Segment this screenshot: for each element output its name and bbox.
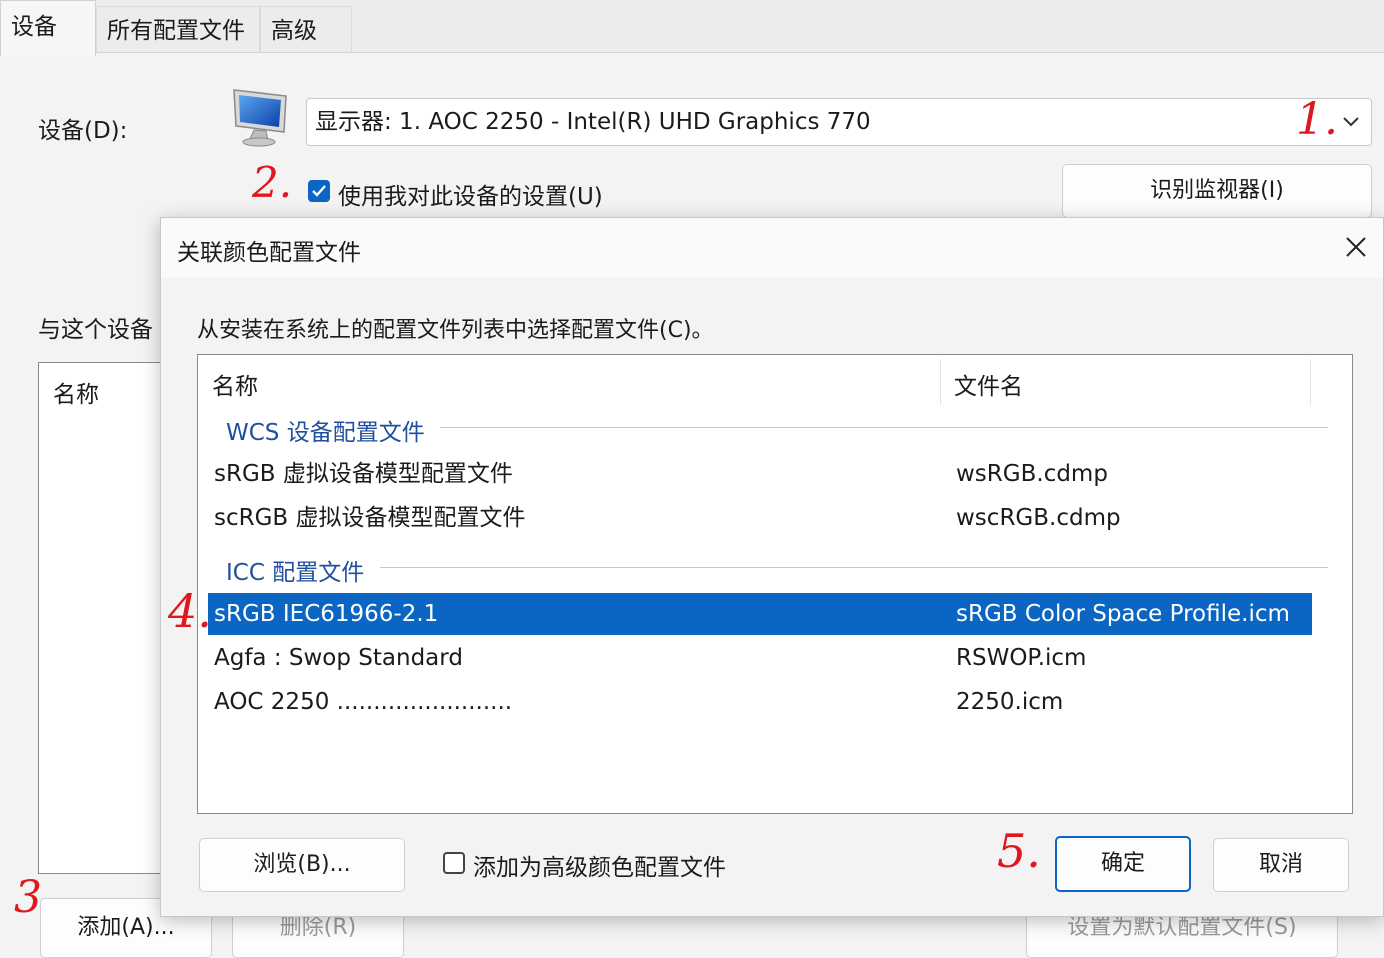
annotation-4: 4. (168, 584, 212, 638)
associated-profiles-label: 与这个设备 (38, 317, 153, 343)
close-icon[interactable] (1343, 234, 1369, 260)
use-settings-checkbox[interactable] (308, 180, 330, 202)
group-divider (440, 427, 1328, 428)
device-dropdown-value: 显示器: 1. AOC 2250 - Intel(R) UHD Graphics… (315, 109, 871, 135)
group-divider (380, 567, 1328, 568)
item-name: scRGB 虚拟设备模型配置文件 (214, 505, 526, 531)
tab-all-profiles[interactable]: 所有配置文件 (96, 6, 260, 52)
item-file: 2250.icm (956, 689, 1064, 715)
list-item[interactable]: AOC 2250 ........................ 2250.i… (208, 681, 1312, 723)
tab-device[interactable]: 设备 (0, 0, 96, 56)
item-name: Agfa : Swop Standard (214, 645, 463, 671)
check-icon (312, 185, 326, 197)
chevron-down-icon (1343, 117, 1359, 127)
list-item[interactable]: scRGB 虚拟设备模型配置文件 wscRGB.cdmp (208, 497, 1312, 539)
column-divider (1310, 359, 1311, 405)
advanced-profile-checkbox[interactable] (443, 852, 465, 874)
list-item[interactable]: sRGB 虚拟设备模型配置文件 wsRGB.cdmp (208, 453, 1312, 495)
device-dropdown[interactable]: 显示器: 1. AOC 2250 - Intel(R) UHD Graphics… (306, 98, 1372, 146)
monitor-icon (233, 89, 287, 147)
annotation-1: 1. (1296, 94, 1338, 145)
ok-button[interactable]: 确定 (1055, 836, 1191, 892)
column-divider (940, 359, 941, 405)
item-file: sRGB Color Space Profile.icm (956, 601, 1290, 627)
dialog-instruction: 从安装在系统上的配置文件列表中选择配置文件(C)。 (197, 318, 714, 343)
list-item-selected[interactable]: sRGB IEC61966-2.1 sRGB Color Space Profi… (208, 593, 1312, 635)
item-file: RSWOP.icm (956, 645, 1087, 671)
annotation-2: 2. (252, 158, 293, 207)
annotation-5: 5. (997, 824, 1041, 878)
device-label: 设备(D): (38, 118, 128, 144)
list-item[interactable]: Agfa : Swop Standard RSWOP.icm (208, 637, 1312, 679)
advanced-profile-label: 添加为高级颜色配置文件 (473, 855, 726, 881)
column-header-name[interactable]: 名称 (212, 367, 258, 401)
item-file: wsRGB.cdmp (956, 461, 1108, 487)
group-label-icc: ICC 配置文件 (226, 560, 365, 586)
item-name: AOC 2250 ........................ (214, 689, 513, 715)
associate-color-profile-dialog: 关联颜色配置文件 从安装在系统上的配置文件列表中选择配置文件(C)。 名称 文件… (160, 217, 1384, 917)
dialog-title: 关联颜色配置文件 (177, 240, 361, 266)
cancel-button[interactable]: 取消 (1213, 838, 1349, 892)
dialog-titlebar: 关联颜色配置文件 (161, 218, 1383, 278)
item-name: sRGB IEC61966-2.1 (214, 601, 439, 627)
use-settings-label: 使用我对此设备的设置(U) (338, 184, 603, 210)
associated-profiles-list[interactable]: 名称 (38, 362, 178, 874)
item-name: sRGB 虚拟设备模型配置文件 (214, 461, 513, 487)
browse-button[interactable]: 浏览(B)... (199, 838, 405, 892)
profile-list[interactable]: 名称 文件名 WCS 设备配置文件 sRGB 虚拟设备模型配置文件 wsRGB.… (197, 354, 1353, 814)
group-label-wcs: WCS 设备配置文件 (226, 420, 425, 446)
identify-monitor-button[interactable]: 识别监视器(I) (1062, 164, 1372, 218)
list-header-name: 名称 (53, 382, 99, 408)
item-file: wscRGB.cdmp (956, 505, 1121, 531)
column-header-file[interactable]: 文件名 (954, 367, 1023, 401)
tab-advanced[interactable]: 高级 (260, 6, 352, 52)
